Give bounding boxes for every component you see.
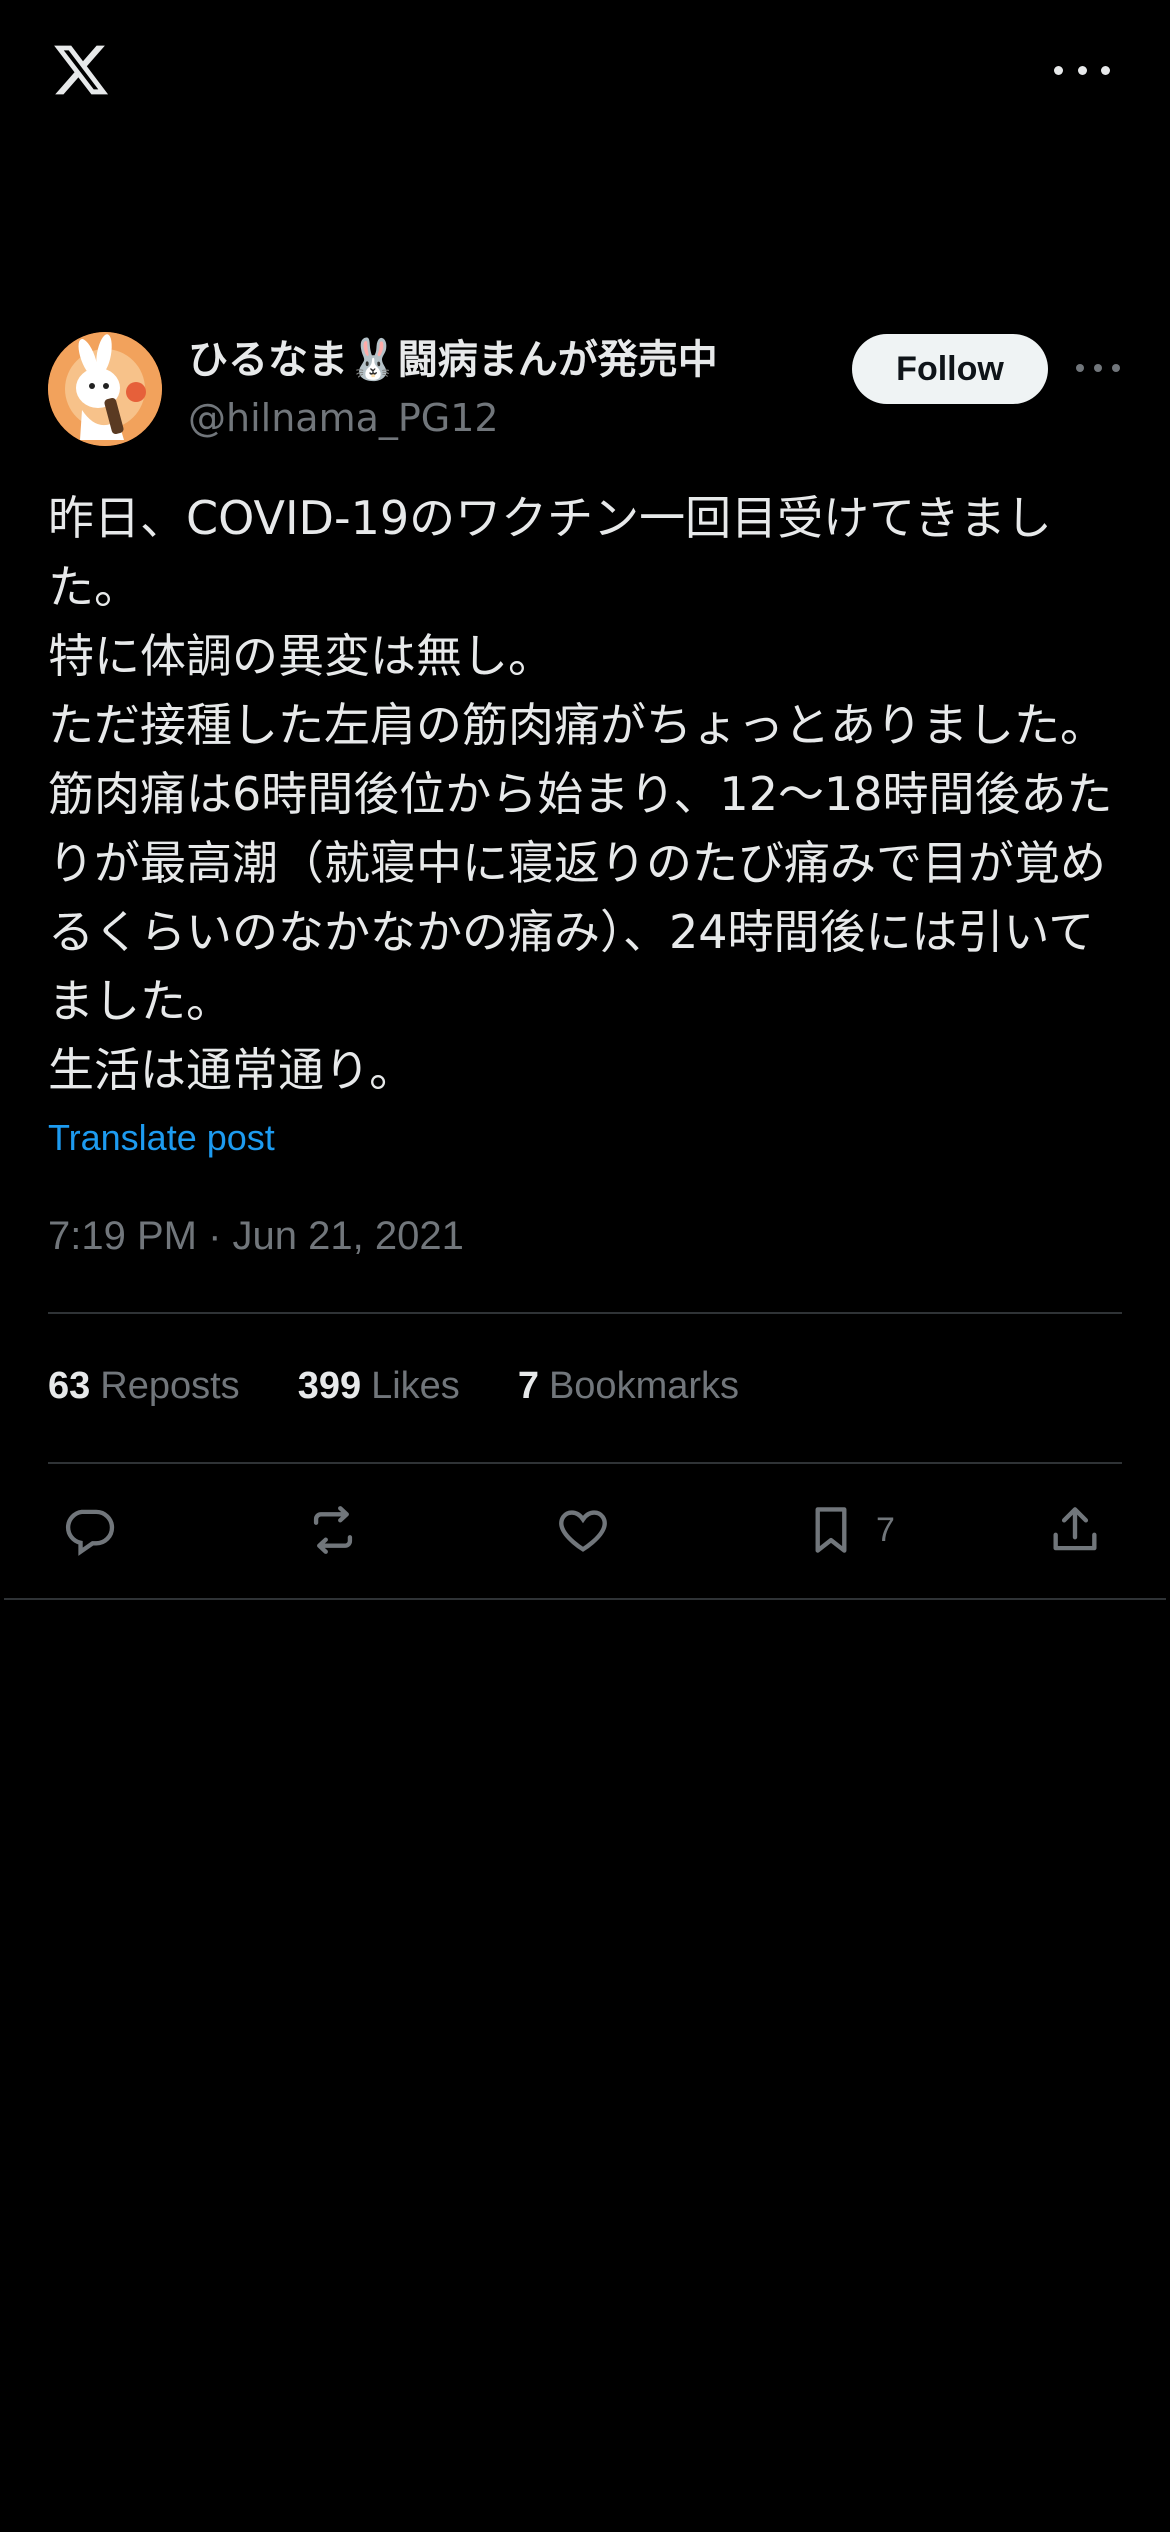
post-line: 特に体調の異変は無し。 (48, 629, 554, 683)
bookmark-count: 7 (876, 1510, 895, 1549)
post-header: ひるなま🐰闘病まんが発売中 @hilnama_PG12 Follow (48, 332, 1122, 448)
divider (48, 1462, 1122, 1464)
avatar[interactable] (48, 332, 162, 446)
bookmarks-count: 7 (517, 1364, 539, 1407)
post-text: 昨日、COVID-19のワクチン一回目受けてきました。 特に体調の異変は無し。 … (48, 484, 1128, 1105)
reposts-label: Reposts (100, 1364, 240, 1407)
more-options-icon[interactable] (1054, 58, 1110, 82)
post-line: ただ接種した左肩の筋肉痛がちょっとありました。筋肉痛は6時間後位から始まり、12… (48, 698, 1113, 1028)
top-bar (0, 0, 1170, 150)
reposts-count: 63 (48, 1364, 91, 1407)
follow-button[interactable]: Follow (852, 334, 1048, 404)
heart-icon (559, 1510, 607, 1552)
rabbit-avatar-icon (48, 332, 162, 446)
likes-label: Likes (371, 1364, 460, 1407)
post-timestamp[interactable]: 7:19 PM · Jun 21, 2021 (48, 1208, 464, 1264)
share-icon (1053, 1507, 1097, 1551)
bookmarks-stat[interactable]: 7 Bookmarks (518, 1365, 739, 1408)
likes-count: 399 (297, 1364, 362, 1407)
like-button[interactable] (554, 1490, 612, 1570)
divider (4, 1598, 1166, 1600)
reply-icon (65, 1509, 115, 1556)
post-line: 生活は通常通り。 (48, 1043, 416, 1097)
translate-post-link[interactable]: Translate post (48, 1108, 275, 1168)
share-button[interactable] (1046, 1490, 1104, 1570)
reply-button[interactable] (60, 1490, 118, 1570)
bookmarks-label: Bookmarks (548, 1364, 740, 1407)
engagement-stats: 63 Reposts 399 Likes 7 Bookmarks (48, 1358, 797, 1414)
divider (48, 1312, 1122, 1314)
author-names: ひるなま🐰闘病まんが発売中 @hilnama_PG12 (188, 332, 718, 446)
post-more-icon[interactable] (1076, 358, 1120, 378)
display-name[interactable]: ひるなま🐰闘病まんが発売中 (188, 332, 718, 388)
handle[interactable]: @hilnama_PG12 (188, 390, 718, 446)
repost-icon (313, 1506, 353, 1554)
bookmark-button[interactable]: 7 (802, 1490, 895, 1570)
bookmark-icon (815, 1507, 847, 1553)
reposts-stat[interactable]: 63 Reposts (48, 1365, 240, 1408)
post-line: 昨日、COVID-19のワクチン一回目受けてきました。 (48, 491, 1052, 614)
likes-stat[interactable]: 399 Likes (298, 1365, 460, 1408)
action-bar: 7 (48, 1490, 1122, 1570)
repost-button[interactable] (304, 1490, 362, 1570)
x-logo-icon[interactable] (48, 40, 114, 100)
